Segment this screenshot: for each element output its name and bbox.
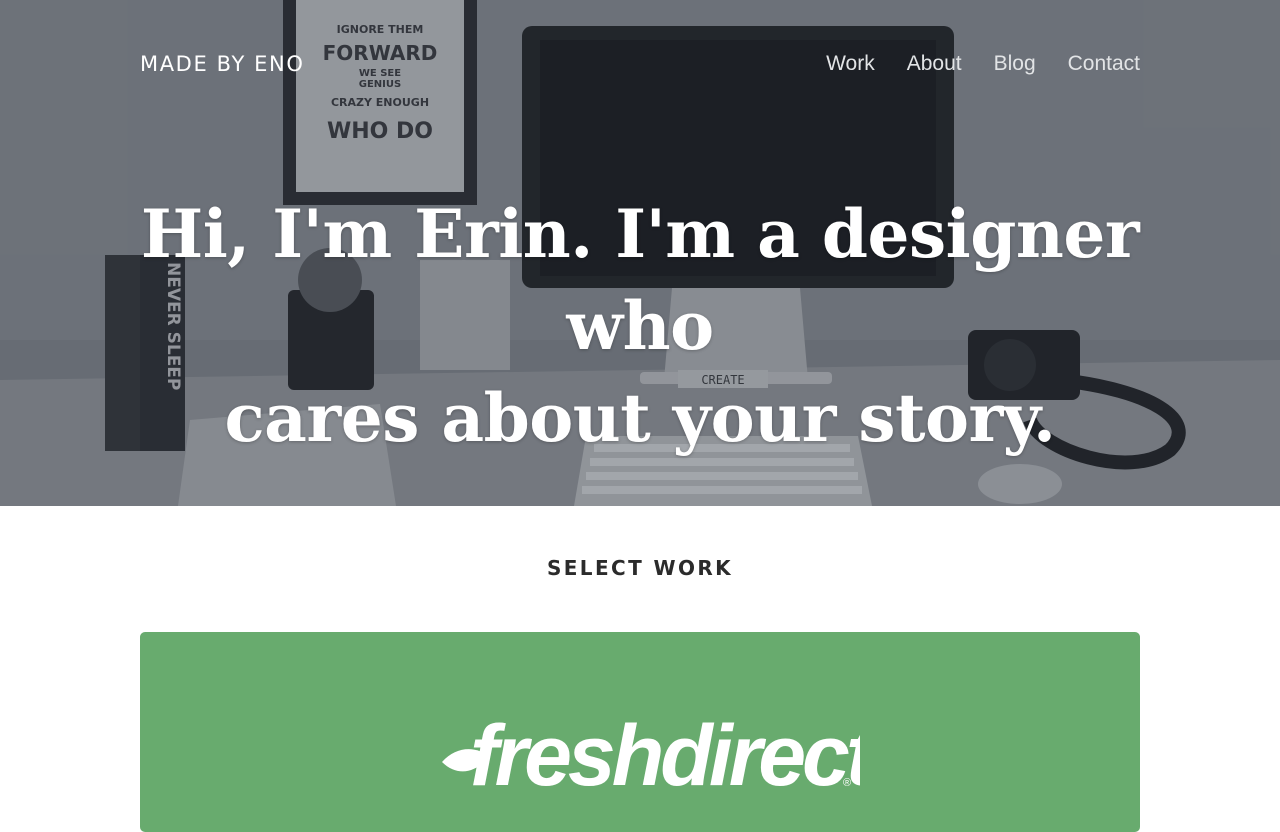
nav-link-contact[interactable]: Contact <box>1068 52 1140 76</box>
work-card-freshdirect[interactable]: freshdirect ® <box>140 632 1140 832</box>
section-title-select-work: SELECT WORK <box>546 556 734 580</box>
nav-link-about[interactable]: About <box>907 52 962 76</box>
freshdirect-logo-text: freshdirect <box>470 708 860 800</box>
hero-section: IGNORE THEM FORWARD WE SEE GENIUS CRAZY … <box>0 0 1280 506</box>
brand-logo[interactable]: MADE BY ENO <box>140 52 304 76</box>
hero-headline-line-1: Hi, I'm Erin. I'm a designer who <box>140 195 1140 365</box>
top-nav: MADE BY ENO Work About Blog Contact <box>140 44 1140 84</box>
nav-link-work[interactable]: Work <box>826 52 875 76</box>
nav-links: Work About Blog Contact <box>826 52 1140 76</box>
registered-mark: ® <box>843 777 851 789</box>
freshdirect-logo: freshdirect ® <box>442 708 860 800</box>
nav-link-blog[interactable]: Blog <box>994 52 1036 76</box>
hero-headline-line-2: cares about your story. <box>224 379 1056 457</box>
hero-headline: Hi, I'm Erin. I'm a designer who cares a… <box>100 188 1180 464</box>
